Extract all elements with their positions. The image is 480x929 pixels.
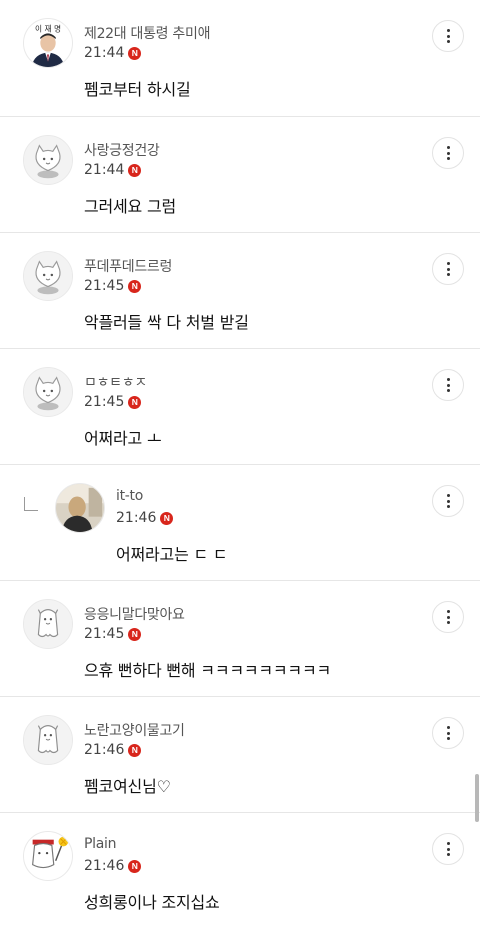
comment-time: 21:45 <box>84 278 125 294</box>
avatar[interactable] <box>23 367 73 417</box>
more-vertical-icon <box>446 146 450 160</box>
comment-meta: 21:46 N <box>84 858 142 874</box>
default-ghost-icon <box>24 600 72 648</box>
more-options-button[interactable] <box>432 20 464 52</box>
more-options-button[interactable] <box>432 137 464 169</box>
comment-nickname[interactable]: 노란고양이물고기 <box>84 720 185 740</box>
more-vertical-icon <box>446 29 450 43</box>
comment-item: Plain 21:46 N 성희롱이나 조지십쇼 <box>0 812 480 928</box>
more-vertical-icon <box>446 494 450 508</box>
comment-time: 21:46 <box>84 742 125 758</box>
comment-time: 21:45 <box>84 626 125 642</box>
avatar[interactable] <box>23 599 73 649</box>
more-options-button[interactable] <box>432 369 464 401</box>
default-cat-icon <box>24 252 72 300</box>
more-vertical-icon <box>446 726 450 740</box>
comment-nickname[interactable]: Plain <box>84 836 116 852</box>
comment-list: 이 재 명 제22대 대통령 추미애 21:44 N 펨코부터 하시길 사랑긍정… <box>0 0 480 929</box>
new-badge-icon: N <box>128 859 142 873</box>
comment-nickname[interactable]: 제22대 대통령 추미애 <box>84 23 210 43</box>
comment-text: 어쩌라고는 ㄷ ㄷ <box>116 545 228 564</box>
more-vertical-icon <box>446 378 450 392</box>
comment-item: 푸데푸데드르렁 21:45 N 악플러들 싹 다 처벌 받길 <box>0 232 480 348</box>
more-vertical-icon <box>446 842 450 856</box>
new-badge-icon: N <box>128 46 142 60</box>
scrollbar-thumb[interactable] <box>475 774 479 822</box>
more-vertical-icon <box>446 262 450 276</box>
new-badge-icon: N <box>128 163 142 177</box>
new-badge-icon: N <box>128 743 142 757</box>
comment-item: 응응니말다맞아요 21:45 N 으휴 뻔하다 뻔해 ㅋㅋㅋㅋㅋㅋㅋㅋㅋ <box>0 580 480 696</box>
default-cat-icon <box>24 136 72 184</box>
comment-text: 그러세요 그럼 <box>84 197 177 216</box>
comment-item: 노란고양이물고기 21:46 N 펨코여신님♡ <box>0 696 480 812</box>
comment-text: 으휴 뻔하다 뻔해 ㅋㅋㅋㅋㅋㅋㅋㅋㅋ <box>84 661 331 680</box>
comment-meta: 21:44 N <box>84 162 142 178</box>
comment-meta: 21:45 N <box>84 394 142 410</box>
more-options-button[interactable] <box>432 485 464 517</box>
reply-comment-item: it-to 21:46 N 어쩌라고는 ㄷ ㄷ <box>0 464 480 580</box>
comment-time: 21:46 <box>84 858 125 874</box>
comment-item: 사랑긍정건강 21:44 N 그러세요 그럼 <box>0 116 480 232</box>
more-options-button[interactable] <box>432 253 464 285</box>
comment-nickname[interactable]: 사랑긍정건강 <box>84 140 160 160</box>
avatar[interactable]: 이 재 명 <box>23 18 73 68</box>
comment-text: 성희롱이나 조지십쇼 <box>84 893 220 912</box>
comment-item: 이 재 명 제22대 대통령 추미애 21:44 N 펨코부터 하시길 <box>0 0 480 116</box>
comment-nickname[interactable]: it-to <box>116 488 143 504</box>
comment-text: 어쩌라고 ㅗ <box>84 429 162 448</box>
new-badge-icon: N <box>128 279 142 293</box>
default-ghost-icon <box>24 716 72 764</box>
new-badge-icon: N <box>160 511 174 525</box>
new-badge-icon: N <box>128 395 142 409</box>
comment-time: 21:44 <box>84 162 125 178</box>
comment-item: ㅁㅎㅌㅎㅈ 21:45 N 어쩌라고 ㅗ <box>0 348 480 464</box>
new-badge-icon: N <box>128 627 142 641</box>
comment-time: 21:46 <box>116 510 157 526</box>
comment-nickname[interactable]: 응응니말다맞아요 <box>84 604 185 624</box>
more-options-button[interactable] <box>432 601 464 633</box>
default-cat-icon <box>24 368 72 416</box>
more-vertical-icon <box>446 610 450 624</box>
avatar[interactable] <box>55 483 105 533</box>
comment-meta: 21:45 N <box>84 626 142 642</box>
avatar[interactable] <box>23 135 73 185</box>
comment-time: 21:44 <box>84 45 125 61</box>
comment-meta: 21:46 N <box>84 742 142 758</box>
comment-meta: 21:45 N <box>84 278 142 294</box>
reply-arrow-icon <box>24 497 38 511</box>
comment-time: 21:45 <box>84 394 125 410</box>
comment-nickname[interactable]: ㅁㅎㅌㅎㅈ <box>84 372 147 392</box>
more-options-button[interactable] <box>432 717 464 749</box>
avatar[interactable] <box>23 831 73 881</box>
custom-cat-cheer-icon <box>24 832 72 880</box>
comment-meta: 21:44 N <box>84 45 142 61</box>
more-options-button[interactable] <box>432 833 464 865</box>
comment-nickname[interactable]: 푸데푸데드르렁 <box>84 256 172 276</box>
avatar[interactable] <box>23 251 73 301</box>
comment-text: 펨코여신님♡ <box>84 777 171 796</box>
comment-meta: 21:46 N <box>116 510 174 526</box>
avatar-label: 이 재 명 <box>35 23 61 33</box>
avatar[interactable] <box>23 715 73 765</box>
comment-text: 펨코부터 하시길 <box>84 80 191 99</box>
comment-text: 악플러들 싹 다 처벌 받길 <box>84 313 249 332</box>
